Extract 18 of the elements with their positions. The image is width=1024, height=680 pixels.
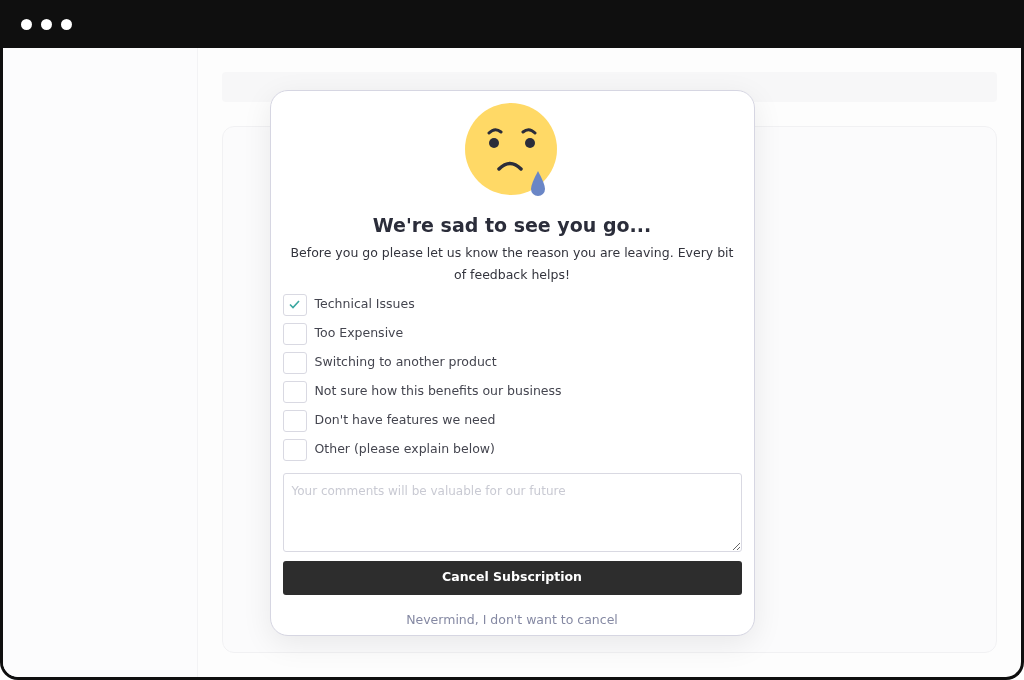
reason-label: Don't have features we need [314,411,496,430]
checkbox[interactable] [282,438,307,461]
reason-label: Too Expensive [314,324,404,343]
checkbox[interactable] [282,409,307,432]
reason-label: Other (please explain below) [314,440,495,459]
nevermind-link[interactable]: Nevermind, I don't want to cancel [406,610,618,630]
cancel-subscription-button[interactable]: Cancel Subscription [282,560,742,595]
dialog-description: Before you go please let us know the reason you are leaving. Every bit of feedback helps! [289,243,735,284]
checkmark-icon [289,300,300,310]
dialog-title: We're sad to see you go... [372,214,652,238]
reason-label: Technical Issues [314,295,415,314]
checkbox[interactable] [282,380,307,403]
checkbox[interactable] [282,293,307,316]
checkbox[interactable] [282,322,307,345]
checkbox[interactable] [282,351,307,374]
reason-label: Switching to another product [314,353,497,372]
reason-label: Not sure how this benefits our business [314,382,562,401]
crying-face-icon [465,103,559,198]
